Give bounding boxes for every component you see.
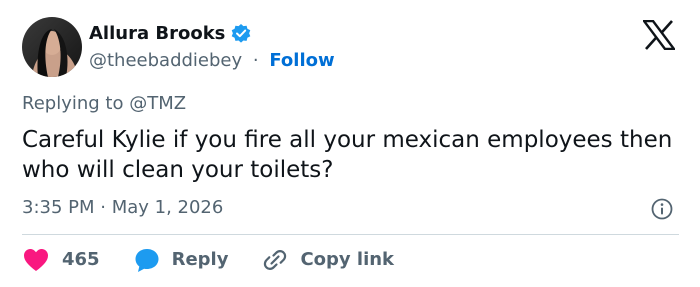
- reply-button[interactable]: Reply: [134, 246, 229, 274]
- author-handle[interactable]: @theebaddiebey: [89, 50, 242, 71]
- like-button[interactable]: 465: [22, 246, 100, 274]
- follow-button[interactable]: Follow: [269, 50, 334, 71]
- reply-bubble-icon: [135, 249, 159, 272]
- info-icon[interactable]: [650, 197, 674, 221]
- separator-dot: ·: [252, 50, 259, 71]
- tweet-timestamp[interactable]: 3:35 PM · May 1, 2026: [22, 196, 223, 220]
- copy-link-label: Copy link: [300, 249, 395, 270]
- tweet-text: Careful Kylie if you fire all your mexic…: [22, 127, 673, 183]
- heart-icon: [24, 249, 48, 271]
- verified-badge-icon: [230, 23, 252, 45]
- author-name-row: Allura Brooks: [89, 21, 252, 47]
- x-logo-icon[interactable]: [641, 19, 677, 51]
- action-bar: 465 Reply Copy link: [22, 246, 428, 274]
- copy-link-button[interactable]: Copy link: [262, 246, 394, 274]
- like-count: 465: [62, 249, 100, 270]
- link-icon: [264, 250, 287, 270]
- reply-label: Reply: [171, 249, 229, 270]
- author-handle-row: @theebaddiebey · Follow: [89, 48, 335, 74]
- author-name[interactable]: Allura Brooks: [89, 21, 225, 47]
- reply-context: Replying to @TMZ: [22, 93, 187, 114]
- divider: [22, 234, 679, 235]
- avatar-image: [22, 17, 82, 77]
- avatar[interactable]: [22, 17, 82, 77]
